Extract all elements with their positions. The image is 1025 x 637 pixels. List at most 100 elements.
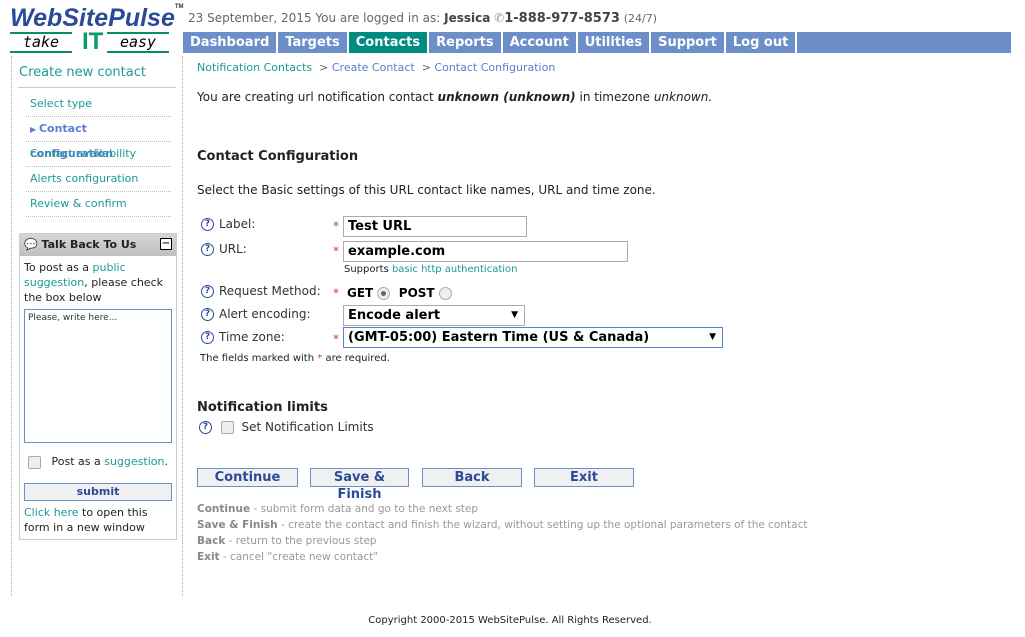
dropdown-arrow-icon: ▼ bbox=[511, 310, 518, 320]
required-note: The fields marked with * are required. bbox=[200, 353, 390, 364]
logged-in-label: You are logged in as: bbox=[315, 11, 441, 25]
required-star: * bbox=[317, 353, 323, 364]
breadcrumb-notification-contacts[interactable]: Notification Contacts bbox=[197, 61, 312, 74]
intro-text: You are creating url notification contac… bbox=[197, 90, 712, 104]
post-label: POST bbox=[398, 286, 435, 300]
suggestion-link[interactable]: suggestion bbox=[104, 455, 164, 468]
help-continue: Continue - submit form data and go to th… bbox=[197, 503, 479, 515]
sidebar: Create new contact Select type ▶ Contact… bbox=[11, 56, 183, 596]
timezone-select[interactable]: (GMT-05:00) Eastern Time (US & Canada) ▼ bbox=[343, 327, 723, 348]
step-alerts-configuration[interactable]: Alerts configuration bbox=[26, 167, 171, 192]
wizard-steps: Select type ▶ Contact configuration Cont… bbox=[26, 92, 171, 217]
phone-hours: (24/7) bbox=[623, 12, 658, 25]
url-note-text: Supports bbox=[344, 264, 389, 275]
nav-support[interactable]: Support bbox=[651, 32, 726, 53]
limits-label: Set Notification Limits bbox=[241, 420, 374, 434]
tagline-take: take bbox=[10, 32, 72, 53]
arrow-right-icon: ▶ bbox=[30, 125, 39, 134]
talkback-header: 💬 Talk Back To Us − bbox=[20, 234, 176, 256]
help-exit: Exit - cancel "create new contact" bbox=[197, 551, 379, 563]
label-label: Label: bbox=[219, 217, 256, 231]
submit-button[interactable]: submit bbox=[24, 482, 172, 501]
phone-icon: ✆ bbox=[494, 11, 505, 25]
encoding-select[interactable]: Encode alert ▼ bbox=[343, 305, 525, 326]
nav-account[interactable]: Account bbox=[502, 32, 578, 53]
method-label: Request Method: bbox=[219, 284, 321, 298]
step-select-type[interactable]: Select type bbox=[26, 92, 171, 117]
collapse-icon[interactable]: − bbox=[160, 238, 172, 250]
step-contact-availability[interactable]: Contact availability bbox=[26, 142, 171, 167]
breadcrumb-contact-configuration[interactable]: Contact Configuration bbox=[434, 61, 555, 74]
required-text: The fields marked with bbox=[200, 353, 315, 364]
post-as-row: Post as a suggestion. bbox=[28, 455, 176, 469]
sidebar-title: Create new contact bbox=[19, 65, 146, 80]
phone: 1-888-977-8573 bbox=[504, 11, 620, 26]
tagline: take IT easy bbox=[10, 28, 180, 55]
talkback-title: Talk Back To Us bbox=[41, 238, 137, 251]
continue-button[interactable]: Continue bbox=[197, 468, 298, 487]
url-note: Supports basic http authentication bbox=[344, 264, 517, 275]
tagline-it: IT bbox=[82, 28, 104, 55]
click-here-link[interactable]: Click here bbox=[24, 506, 79, 519]
date: 23 September, 2015 bbox=[188, 11, 312, 25]
section-desc: Select the Basic settings of this URL co… bbox=[197, 183, 656, 197]
speech-bubble-icon: 💬 bbox=[24, 238, 38, 251]
nav-reports[interactable]: Reports bbox=[429, 32, 503, 53]
limits-checkbox[interactable] bbox=[220, 421, 234, 434]
breadcrumb-create-contact[interactable]: Create Contact bbox=[332, 61, 415, 74]
method-radios: GET POST bbox=[347, 286, 452, 300]
help-icon[interactable]: ? bbox=[201, 243, 214, 256]
get-label: GET bbox=[347, 286, 374, 300]
timezone-label: Time zone: bbox=[219, 330, 285, 344]
help-icon[interactable]: ? bbox=[199, 421, 212, 434]
url-label: URL: bbox=[219, 242, 247, 256]
talkback-intro: To post as a public suggestion, please c… bbox=[20, 256, 176, 305]
help-icon[interactable]: ? bbox=[201, 285, 214, 298]
tz-value: unknown. bbox=[653, 90, 713, 104]
help-icon[interactable]: ? bbox=[201, 308, 214, 321]
label-row: ? Label: bbox=[201, 217, 255, 231]
save-finish-button[interactable]: Save & Finish bbox=[310, 468, 409, 502]
post-end: . bbox=[164, 455, 168, 468]
nav-dashboard[interactable]: Dashboard bbox=[183, 32, 279, 53]
exit-button[interactable]: Exit bbox=[534, 468, 634, 487]
encoding-value: Encode alert bbox=[348, 308, 441, 323]
username: Jessica bbox=[444, 11, 491, 25]
method-row: ? Request Method: bbox=[201, 284, 321, 298]
header-info: 23 September, 2015 You are logged in as:… bbox=[188, 11, 657, 26]
nav-utilities[interactable]: Utilities bbox=[577, 32, 652, 53]
breadcrumb: Notification Contacts > Create Contact >… bbox=[197, 61, 556, 74]
back-button[interactable]: Back bbox=[422, 468, 522, 487]
basic-auth-link[interactable]: basic http authentication bbox=[392, 264, 518, 275]
encoding-label: Alert encoding: bbox=[219, 307, 311, 321]
get-radio[interactable] bbox=[377, 287, 391, 300]
nav-targets[interactable]: Targets bbox=[278, 32, 349, 53]
step-review-confirm[interactable]: Review & confirm bbox=[26, 192, 171, 217]
timezone-value: (GMT-05:00) Eastern Time (US & Canada) bbox=[348, 330, 650, 345]
contact-paren: (unknown) bbox=[503, 90, 576, 104]
label-input[interactable]: Test URL bbox=[343, 216, 527, 237]
step-contact-configuration[interactable]: ▶ Contact configuration bbox=[26, 117, 171, 160]
intro-text: To post as a bbox=[24, 261, 90, 274]
help-icon[interactable]: ? bbox=[201, 218, 214, 231]
url-input[interactable]: example.com bbox=[343, 241, 628, 262]
help-back: Back - return to the previous step bbox=[197, 535, 377, 547]
talkback-textarea[interactable]: Please, write here... bbox=[24, 309, 172, 443]
talkback-widget: 💬 Talk Back To Us − To post as a public s… bbox=[19, 233, 177, 540]
tagline-easy: easy bbox=[107, 32, 169, 53]
nav-logout[interactable]: Log out bbox=[725, 32, 798, 53]
footer-copyright: Copyright 2000-2015 WebSitePulse. All Ri… bbox=[368, 615, 652, 626]
open-window-text: Click here to open this form in a new wi… bbox=[20, 501, 176, 535]
limits-title: Notification limits bbox=[197, 400, 328, 415]
post-radio[interactable] bbox=[438, 287, 452, 300]
contact-name: unknown bbox=[437, 90, 500, 104]
limits-row: ? Set Notification Limits bbox=[199, 420, 374, 434]
intro-prefix: You are creating url notification contac… bbox=[197, 90, 434, 104]
tz-prefix: in timezone bbox=[579, 90, 650, 104]
main-nav: Dashboard Targets Contacts Reports Accou… bbox=[183, 32, 1011, 53]
nav-contacts[interactable]: Contacts bbox=[348, 32, 430, 53]
help-icon[interactable]: ? bbox=[201, 331, 214, 344]
post-as-text: Post as a bbox=[51, 455, 101, 468]
section-title: Contact Configuration bbox=[197, 149, 359, 164]
suggestion-checkbox[interactable] bbox=[28, 455, 41, 469]
